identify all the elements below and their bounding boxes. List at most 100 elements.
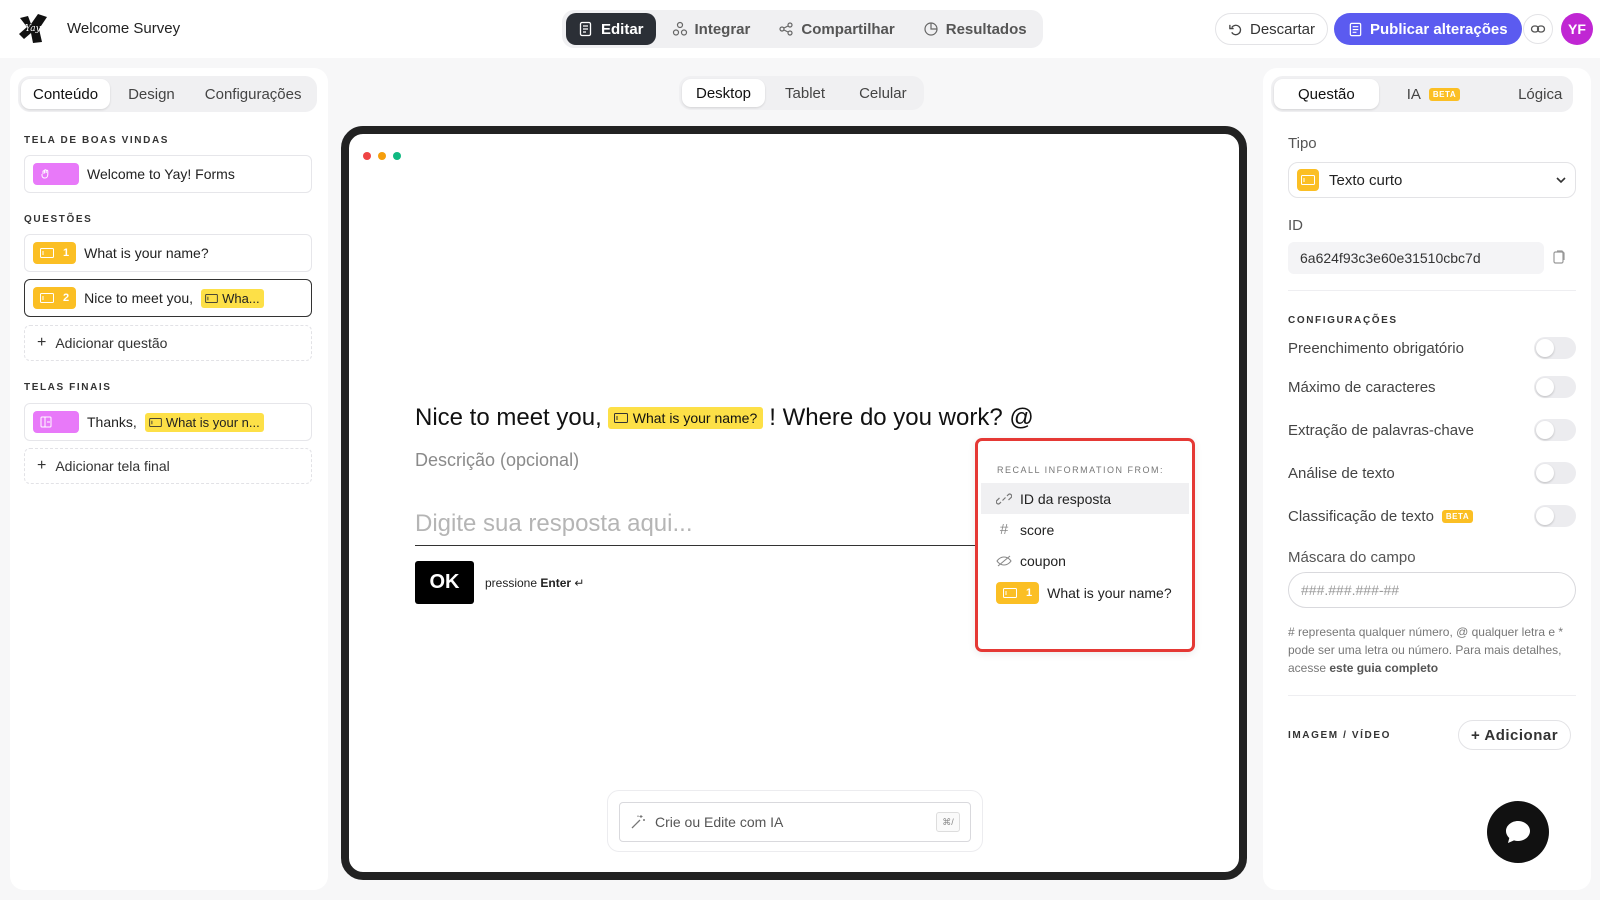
tab-logica[interactable]: Lógica bbox=[1488, 79, 1586, 109]
copy-link-button[interactable] bbox=[1523, 14, 1553, 44]
short-text-icon bbox=[40, 248, 54, 258]
mask-input[interactable]: ###.###.###-## bbox=[1288, 572, 1576, 608]
toggle-switch[interactable] bbox=[1534, 419, 1576, 441]
beta-badge: BETA bbox=[1428, 87, 1461, 101]
tab-resultados[interactable]: Resultados bbox=[911, 13, 1039, 45]
tab-tablet[interactable]: Tablet bbox=[771, 79, 839, 107]
type-select[interactable]: Texto curto bbox=[1288, 162, 1576, 198]
plus-icon: + bbox=[37, 457, 47, 474]
guide-link[interactable]: este guia completo bbox=[1329, 661, 1438, 675]
integrate-icon bbox=[672, 21, 687, 36]
toggle-max-chars[interactable]: Máximo de caracteres bbox=[1288, 376, 1576, 398]
recall-chip-label: Wha... bbox=[222, 290, 260, 306]
toggle-switch[interactable] bbox=[1534, 376, 1576, 398]
recall-item-score[interactable]: # score bbox=[981, 514, 1189, 545]
toggle-required[interactable]: Preenchimento obrigatório bbox=[1288, 337, 1576, 359]
add-media-button[interactable]: + Adicionar bbox=[1458, 720, 1572, 750]
publish-icon bbox=[1349, 22, 1362, 36]
question-badge: 1 bbox=[996, 582, 1040, 604]
tab-integrar[interactable]: Integrar bbox=[660, 13, 763, 45]
recall-item-response-id[interactable]: ID da resposta bbox=[981, 483, 1189, 514]
toggle-label: Análise de texto bbox=[1288, 464, 1395, 482]
publish-button[interactable]: Publicar alterações bbox=[1334, 13, 1522, 45]
tab-compartilhar[interactable]: Compartilhar bbox=[766, 13, 906, 45]
recall-item-label: ID da resposta bbox=[1020, 490, 1112, 507]
toggle-keyword-extraction[interactable]: Extração de palavras-chave bbox=[1288, 419, 1576, 441]
recall-chip[interactable]: What is your name? bbox=[607, 407, 764, 429]
tab-editar[interactable]: Editar bbox=[566, 13, 656, 45]
tab-desktop[interactable]: Desktop bbox=[682, 79, 766, 107]
question-prefix: Nice to meet you, bbox=[415, 404, 602, 431]
copy-icon[interactable] bbox=[1551, 249, 1567, 265]
tab-questao[interactable]: Questão bbox=[1274, 79, 1379, 109]
toggle-label-wrap: Classificação de texto BETA bbox=[1288, 507, 1474, 525]
tab-compartilhar-label: Compartilhar bbox=[801, 20, 895, 38]
recall-dropdown: RECALL INFORMATION FROM: ID da resposta … bbox=[975, 438, 1195, 652]
left-tabs: Conteúdo Design Configurações bbox=[18, 76, 317, 112]
add-question-button[interactable]: + Adicionar questão bbox=[24, 325, 312, 361]
enter-icon: ↵ bbox=[574, 576, 585, 590]
tab-resultados-label: Resultados bbox=[945, 20, 1027, 38]
question-title[interactable]: Nice to meet you, What is your name? ! W… bbox=[415, 404, 1034, 432]
tab-ia[interactable]: IA BETA bbox=[1383, 79, 1484, 109]
chat-icon bbox=[1506, 821, 1530, 843]
toggle-switch[interactable] bbox=[1534, 505, 1576, 527]
right-panel: Questão IA BETA Lógica Tipo Texto curto … bbox=[1263, 68, 1591, 890]
recall-item-label: What is your name? bbox=[1047, 585, 1172, 601]
short-text-icon bbox=[40, 293, 54, 303]
avatar[interactable]: YF bbox=[1561, 13, 1593, 45]
undo-icon bbox=[1229, 24, 1242, 35]
recall-item-question-1[interactable]: 1 What is your name? bbox=[981, 576, 1189, 610]
recall-chip: Wha... bbox=[201, 288, 264, 308]
recall-item-coupon[interactable]: coupon bbox=[981, 545, 1189, 576]
toggle-label: Extração de palavras-chave bbox=[1288, 421, 1474, 439]
device-frame: Nice to meet you, What is your name? ! W… bbox=[341, 126, 1247, 880]
discard-button[interactable]: Descartar bbox=[1215, 13, 1329, 45]
tab-configuracoes[interactable]: Configurações bbox=[193, 79, 314, 109]
link-icon bbox=[1530, 25, 1546, 33]
beta-badge: BETA bbox=[1441, 509, 1474, 523]
ok-button[interactable]: OK bbox=[415, 561, 474, 604]
hint-key: Enter bbox=[540, 576, 572, 590]
edit-icon bbox=[579, 21, 592, 37]
question-description[interactable]: Descrição (opcional) bbox=[415, 450, 579, 471]
tab-integrar-label: Integrar bbox=[694, 20, 751, 38]
toggle-label: Classificação de texto bbox=[1288, 507, 1434, 525]
recall-chip-label: What is your name? bbox=[632, 410, 758, 426]
answer-input[interactable]: Digite sua resposta aqui... bbox=[415, 506, 985, 546]
questions-section-label: QUESTÕES bbox=[24, 214, 93, 225]
tab-conteudo[interactable]: Conteúdo bbox=[21, 79, 111, 109]
short-text-icon bbox=[205, 293, 218, 303]
ai-prompt-input[interactable]: Crie ou Edite com IA ⌘/ bbox=[619, 802, 971, 842]
link-icon bbox=[996, 493, 1012, 504]
question-item-2[interactable]: 2 Nice to meet you, Wha... bbox=[24, 279, 312, 317]
tab-design[interactable]: Design bbox=[116, 79, 187, 109]
share-icon bbox=[779, 22, 793, 36]
divider bbox=[1288, 695, 1576, 696]
ending-text: Thanks, bbox=[87, 414, 137, 430]
welcome-item-label: Welcome to Yay! Forms bbox=[87, 166, 235, 182]
publish-label: Publicar alterações bbox=[1370, 20, 1508, 38]
chat-button[interactable] bbox=[1487, 801, 1549, 863]
question-text: What is your name? bbox=[84, 245, 209, 261]
toggle-switch[interactable] bbox=[1534, 337, 1576, 359]
question-number: 2 bbox=[63, 292, 70, 304]
yay-logo-icon[interactable]: Yay bbox=[16, 12, 50, 46]
form-title[interactable]: Welcome Survey bbox=[67, 20, 180, 37]
id-field[interactable]: 6a624f93c3e60e31510cbc7d bbox=[1288, 242, 1544, 274]
question-item-1[interactable]: 1 What is your name? bbox=[24, 234, 312, 272]
ending-badge bbox=[33, 411, 79, 433]
tab-ia-label: IA bbox=[1406, 85, 1421, 103]
tab-celular[interactable]: Celular bbox=[845, 79, 921, 107]
ending-screen-item[interactable]: Thanks, What is your n... bbox=[24, 403, 312, 441]
results-icon bbox=[924, 22, 938, 36]
short-text-icon bbox=[149, 417, 162, 427]
toggle-text-analysis[interactable]: Análise de texto bbox=[1288, 462, 1576, 484]
toggle-text-classification[interactable]: Classificação de texto BETA bbox=[1288, 505, 1576, 527]
toggle-switch[interactable] bbox=[1534, 462, 1576, 484]
add-ending-button[interactable]: + Adicionar tela final bbox=[24, 448, 312, 484]
magic-wand-icon bbox=[631, 815, 645, 829]
short-text-icon bbox=[1003, 588, 1017, 598]
plus-icon: + bbox=[37, 334, 47, 351]
welcome-screen-item[interactable]: Welcome to Yay! Forms bbox=[24, 155, 312, 193]
